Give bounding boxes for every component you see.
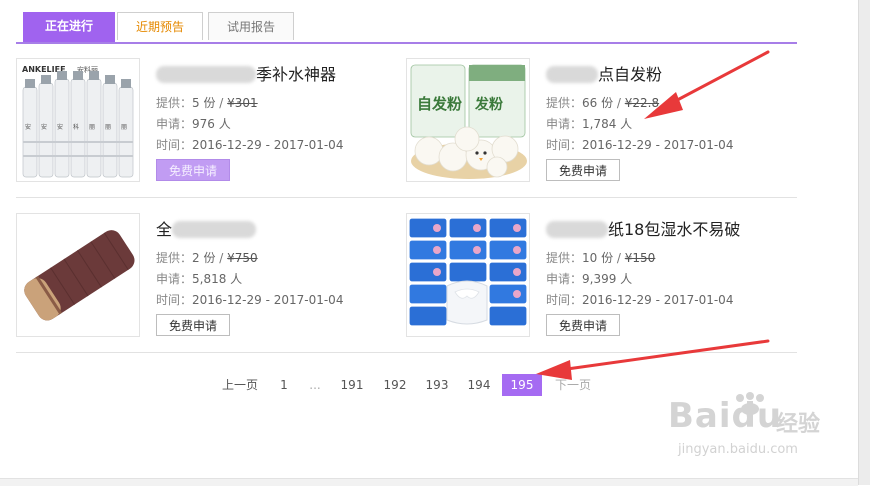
product-title[interactable]: 季补水神器	[156, 61, 336, 85]
svg-text:自发粉: 自发粉	[417, 95, 462, 113]
time-line: 时间：2016-12-29 - 2017-01-04	[546, 138, 734, 152]
tissue-packs-illustration	[407, 214, 529, 336]
free-apply-button[interactable]: 免费申请	[546, 314, 620, 336]
window-right-edge	[858, 0, 870, 485]
product-card: ANKELIFE 安料丽 安安安 科丽丽丽 季补水神器 提供：5 份 / ¥30…	[16, 58, 396, 182]
tab-upcoming[interactable]: 近期预告	[117, 12, 203, 40]
svg-text:安: 安	[41, 123, 47, 131]
free-apply-button[interactable]: 免费申请	[156, 159, 230, 181]
svg-text:丽: 丽	[89, 124, 95, 131]
svg-text:安: 安	[25, 123, 31, 131]
provide-line: 提供：10 份 / ¥150	[546, 251, 656, 265]
page-link[interactable]: 194	[462, 374, 496, 396]
row-divider	[16, 197, 797, 198]
page-link[interactable]: 193	[420, 374, 454, 396]
svg-text:安: 安	[57, 123, 63, 131]
prev-page-link[interactable]: 上一页	[214, 374, 266, 396]
product-card: 自发粉 发粉 点自发粉 提供：66 份 / ¥22.8 申请：1,784 人 时…	[406, 58, 786, 182]
time-line: 时间：2016-12-29 - 2017-01-04	[156, 293, 344, 307]
apply-line: 申请：976 人	[156, 117, 231, 131]
product-title[interactable]: 全	[156, 216, 257, 240]
product-image-sleeping-bag[interactable]	[16, 213, 140, 337]
provide-line: 提供：2 份 / ¥750	[156, 251, 258, 265]
baidu-jingyan-watermark: Baidu 经验 jingyan.baidu.com	[668, 392, 828, 462]
provide-line: 提供：66 份 / ¥22.8	[546, 96, 660, 110]
row-divider	[16, 352, 797, 353]
tab-ongoing[interactable]: 正在进行	[23, 12, 115, 42]
blurred-title-text	[546, 66, 598, 83]
flour-buns-illustration: 自发粉 发粉	[407, 59, 529, 181]
product-card: 纸18包湿水不易破 提供：10 份 / ¥150 申请：9,399 人 时间：2…	[406, 213, 786, 337]
blurred-title-text	[156, 66, 256, 83]
tab-trial-reports[interactable]: 试用报告	[208, 12, 294, 40]
blurred-title-text	[172, 221, 257, 238]
svg-text:丽: 丽	[105, 124, 111, 131]
tab-bar: 正在进行 近期预告 试用报告	[16, 12, 797, 44]
next-page-link: 下一页	[554, 378, 591, 392]
apply-line: 申请：9,399 人	[546, 272, 633, 286]
blurred-title-text	[546, 221, 608, 238]
provide-line: 提供：5 份 / ¥301	[156, 96, 258, 110]
time-line: 时间：2016-12-29 - 2017-01-04	[546, 293, 734, 307]
page-link[interactable]: 191	[335, 374, 369, 396]
current-page[interactable]: 195	[502, 374, 542, 396]
free-apply-button[interactable]: 免费申请	[156, 314, 230, 336]
svg-text:发粉: 发粉	[474, 96, 503, 113]
apply-line: 申请：1,784 人	[546, 117, 633, 131]
product-image-serum-bottles[interactable]: ANKELIFE 安料丽 安安安 科丽丽丽	[16, 58, 140, 182]
time-line: 时间：2016-12-29 - 2017-01-04	[156, 138, 344, 152]
page-link[interactable]: 1	[273, 374, 295, 396]
sleeping-bag-illustration	[17, 214, 139, 336]
svg-text:丽: 丽	[121, 124, 127, 131]
product-image-tissue-packs[interactable]	[406, 213, 530, 337]
page-link[interactable]: 192	[378, 374, 412, 396]
apply-line: 申请：5,818 人	[156, 272, 243, 286]
page-ellipsis: ...	[309, 378, 321, 392]
free-apply-button[interactable]: 免费申请	[546, 159, 620, 181]
serum-bottles-illustration: ANKELIFE 安料丽 安安安 科丽丽丽	[17, 59, 139, 181]
svg-text:科: 科	[73, 123, 79, 131]
paw-icon	[736, 392, 764, 415]
product-card: 全 提供：2 份 / ¥750 申请：5,818 人 时间：2016-12-29…	[16, 213, 396, 337]
product-title[interactable]: 纸18包湿水不易破	[546, 216, 740, 240]
product-image-flour-buns[interactable]: 自发粉 发粉	[406, 58, 530, 182]
product-title[interactable]: 点自发粉	[546, 61, 662, 85]
